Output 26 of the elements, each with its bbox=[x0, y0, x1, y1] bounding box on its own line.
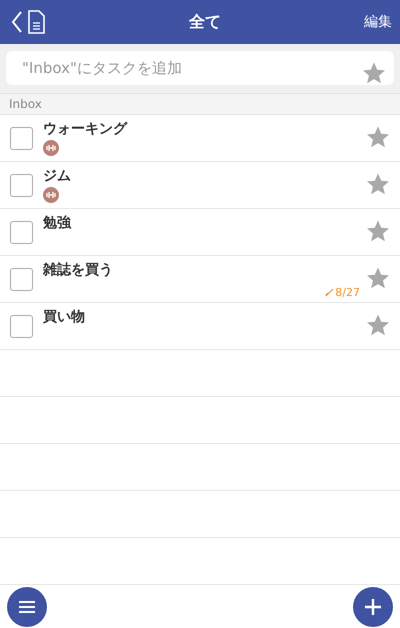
add-task-bar[interactable]: "Inbox"にタスクを追加 bbox=[6, 51, 394, 85]
task-title: ジム bbox=[43, 167, 71, 185]
star-button[interactable] bbox=[366, 313, 390, 337]
star-button[interactable] bbox=[362, 61, 386, 85]
task-title: 雑誌を買う bbox=[43, 261, 113, 279]
menu-icon bbox=[18, 600, 36, 614]
due-icon bbox=[325, 288, 334, 297]
menu-button[interactable] bbox=[7, 586, 47, 626]
task-checkbox[interactable] bbox=[10, 221, 33, 244]
task-title: ウォーキング bbox=[43, 120, 127, 138]
star-button[interactable] bbox=[366, 266, 390, 290]
star-button[interactable] bbox=[366, 219, 390, 243]
star-button[interactable] bbox=[366, 172, 390, 196]
task-title: 買い物 bbox=[43, 308, 85, 326]
task-title: 勉強 bbox=[43, 214, 71, 232]
screen-title: 全て bbox=[188, 12, 222, 32]
star-button[interactable] bbox=[366, 125, 390, 149]
section-header: Inbox bbox=[0, 93, 400, 115]
task-checkbox[interactable] bbox=[10, 127, 33, 150]
plus-icon bbox=[364, 598, 382, 616]
add-button[interactable] bbox=[353, 586, 393, 626]
task-checkbox[interactable] bbox=[10, 174, 33, 197]
task-checkbox[interactable] bbox=[10, 315, 33, 338]
due-date: 8/27 bbox=[335, 286, 360, 299]
task-checkbox[interactable] bbox=[10, 268, 33, 291]
edit-button[interactable]: 編集 bbox=[364, 13, 392, 31]
